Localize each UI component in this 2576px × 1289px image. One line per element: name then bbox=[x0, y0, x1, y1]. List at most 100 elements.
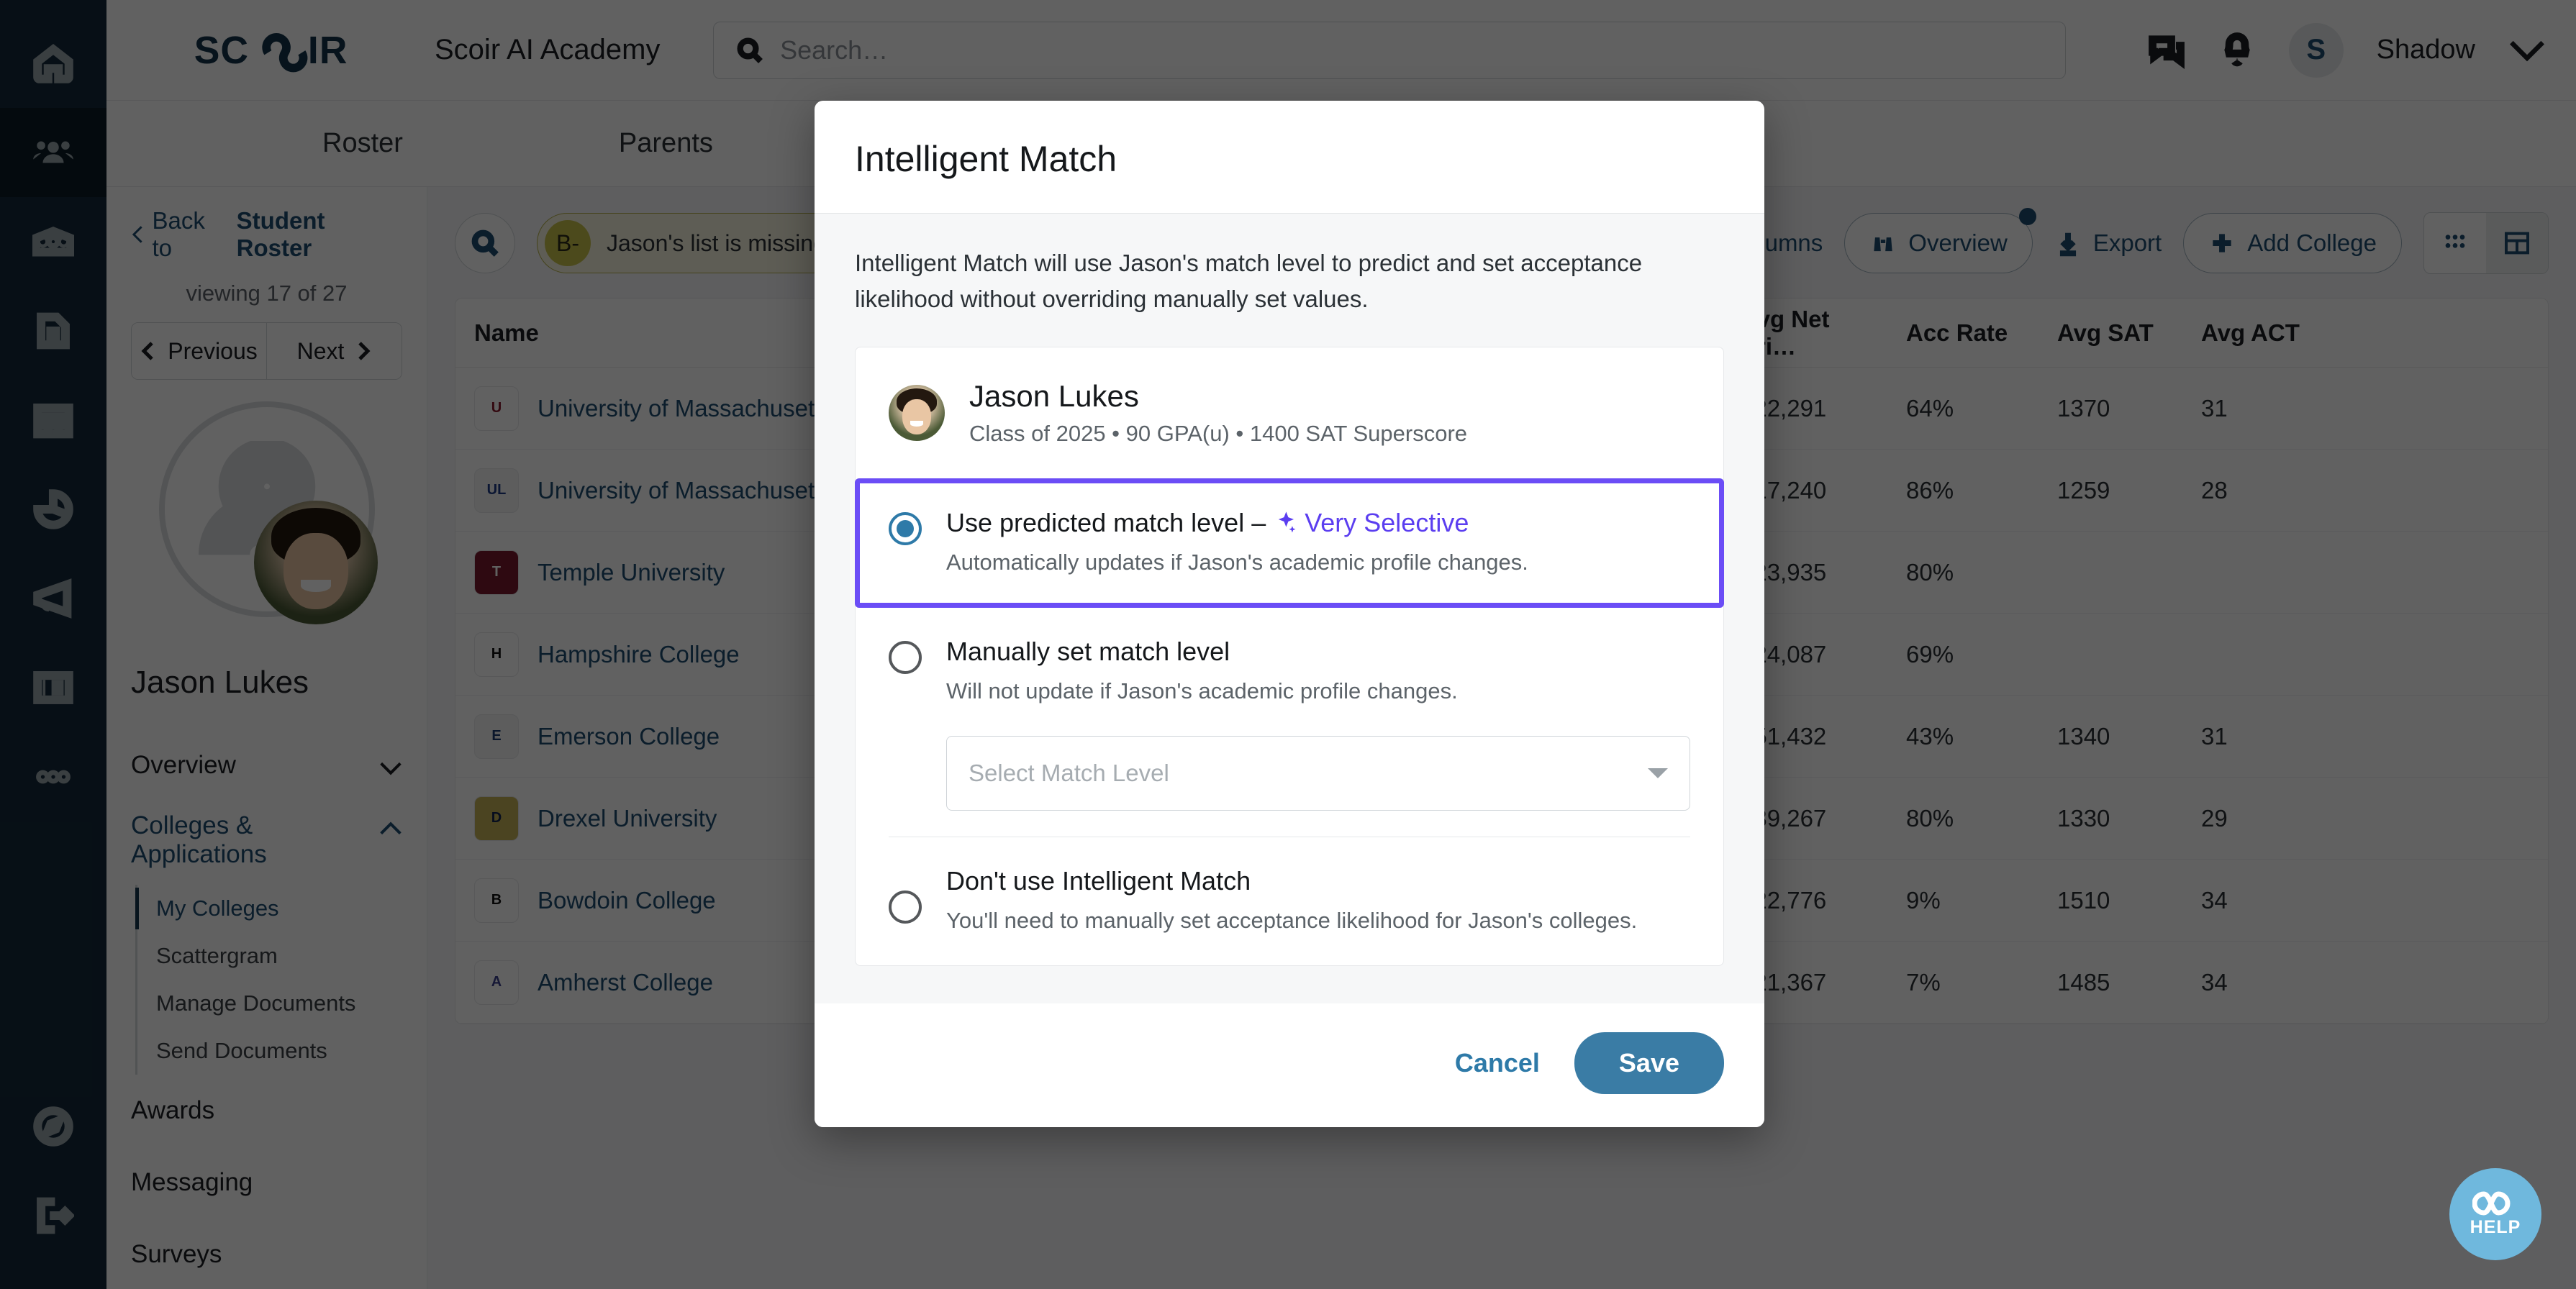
column-header-acc-rate[interactable]: Acc Rate bbox=[1887, 319, 2038, 347]
sidebar-item-surveys[interactable]: Surveys bbox=[131, 1219, 402, 1289]
college-name-link[interactable]: Bowdoin College bbox=[538, 887, 716, 914]
scoir-logo[interactable]: SC IR bbox=[178, 28, 394, 73]
search-icon bbox=[737, 37, 763, 63]
option-dont-use-intelligent-match[interactable]: Don't use Intelligent Match You'll need … bbox=[856, 837, 1723, 965]
calendar-icon[interactable] bbox=[0, 375, 106, 465]
option-none-subtitle: You'll need to manually set acceptance l… bbox=[946, 908, 1638, 934]
colleges-subnav: My Colleges Scattergram Manage Documents… bbox=[135, 885, 402, 1075]
sidebar-item-scattergram[interactable]: Scattergram bbox=[156, 932, 402, 980]
option-use-predicted-match-level[interactable]: Use predicted match level – Very Selecti… bbox=[855, 478, 1724, 609]
cell-avg-sat: 1330 bbox=[2057, 804, 2110, 832]
umass-lowell-logo: UL bbox=[474, 468, 519, 513]
option-predicted-title: Use predicted match level bbox=[946, 508, 1245, 537]
search-container: Search… bbox=[660, 21, 2118, 79]
college-name-link[interactable]: University of Massachuset… bbox=[538, 395, 838, 422]
list-card-icon[interactable] bbox=[0, 643, 106, 732]
binoculars-icon bbox=[1874, 237, 1892, 252]
overview-label: Overview bbox=[1908, 229, 2008, 256]
download-icon bbox=[2059, 232, 2076, 257]
cell-acc-rate: 64% bbox=[1906, 394, 1954, 422]
help-label: HELP bbox=[2470, 1216, 2521, 1237]
emerson-logo: E bbox=[474, 714, 519, 759]
modal-description: Intelligent Match will use Jason's match… bbox=[855, 250, 1643, 312]
missing-list-alert[interactable]: B- Jason's list is missing bbox=[537, 213, 844, 273]
cell-avg-sat: 1485 bbox=[2057, 968, 2110, 996]
back-prefix: Back to bbox=[152, 207, 205, 261]
cell-acc-rate: 9% bbox=[1906, 886, 1941, 914]
table-view-button[interactable] bbox=[2486, 213, 2548, 273]
help-button[interactable]: HELP bbox=[2449, 1168, 2541, 1260]
cell-avg-act: 28 bbox=[2201, 476, 2228, 504]
match-level-select[interactable]: Select Match Level bbox=[946, 736, 1690, 811]
top-header: SC IR Scoir AI Academy Search… S Shadow bbox=[106, 0, 2576, 101]
sidebar-item-my-colleges[interactable]: My Colleges bbox=[135, 885, 402, 932]
people-icon[interactable] bbox=[0, 108, 106, 197]
avatar[interactable]: S bbox=[2288, 22, 2344, 78]
tab-roster[interactable]: Roster bbox=[322, 128, 403, 159]
sidebar-item-send-documents[interactable]: Send Documents bbox=[156, 1027, 402, 1075]
more-icon[interactable] bbox=[0, 732, 106, 821]
student-summary-row: Jason Lukes Class of 2025 • 90 GPA(u) • … bbox=[856, 347, 1723, 478]
college-name-link[interactable]: Amherst College bbox=[538, 969, 713, 996]
option-manually-set-match-level[interactable]: Manually set match level Will not update… bbox=[856, 608, 1723, 736]
college-name-link[interactable]: Temple University bbox=[538, 559, 725, 586]
home-icon[interactable] bbox=[0, 19, 106, 108]
logout-icon[interactable] bbox=[0, 1171, 106, 1260]
college-name-link[interactable]: Drexel University bbox=[538, 805, 717, 832]
infinity-icon bbox=[2472, 1190, 2511, 1216]
document-icon[interactable] bbox=[0, 286, 106, 375]
column-header-avg-sat[interactable]: Avg SAT bbox=[2038, 319, 2182, 347]
grid-dots-icon bbox=[2445, 234, 2465, 248]
view-toggle bbox=[2423, 212, 2549, 274]
radio-manual[interactable] bbox=[889, 641, 922, 675]
tab-parents[interactable]: Parents bbox=[619, 128, 713, 159]
chevron-down-icon[interactable] bbox=[2508, 32, 2546, 69]
search-input[interactable]: Search… bbox=[713, 21, 2067, 79]
back-to-roster-link[interactable]: Back to Student Roster bbox=[131, 207, 402, 262]
cell-avg-act: 31 bbox=[2201, 394, 2228, 422]
sidebar-item-overview[interactable]: Overview bbox=[131, 735, 402, 796]
card-view-button[interactable] bbox=[2424, 213, 2486, 273]
cell-acc-rate: 69% bbox=[1906, 640, 1954, 668]
radio-use-predicted[interactable] bbox=[889, 512, 922, 545]
cell-acc-rate: 7% bbox=[1906, 968, 1941, 996]
megaphone-icon[interactable] bbox=[0, 554, 106, 643]
radio-none[interactable] bbox=[889, 891, 922, 924]
add-college-button[interactable]: Add College bbox=[2183, 213, 2402, 273]
compass-icon[interactable] bbox=[0, 1082, 106, 1171]
messages-icon[interactable] bbox=[2148, 32, 2185, 69]
sidebar-item-label: Colleges & Applications bbox=[131, 811, 267, 868]
chevron-down-icon bbox=[1648, 768, 1668, 779]
column-header-avg-act[interactable]: Avg ACT bbox=[2182, 319, 2326, 347]
sidebar-item-manage-documents[interactable]: Manage Documents bbox=[156, 980, 402, 1027]
previous-label: Previous bbox=[168, 337, 258, 364]
temple-logo: T bbox=[474, 550, 519, 595]
sidebar-item-awards[interactable]: Awards bbox=[131, 1075, 402, 1147]
previous-button[interactable]: Previous bbox=[132, 323, 266, 379]
cancel-button[interactable]: Cancel bbox=[1455, 1048, 1540, 1078]
college-name-link[interactable]: Emerson College bbox=[538, 723, 720, 750]
pie-chart-icon[interactable] bbox=[0, 465, 106, 554]
student-avatar-photo bbox=[889, 385, 945, 441]
college-name-link[interactable]: Hampshire College bbox=[538, 641, 740, 668]
export-button[interactable]: Export bbox=[2054, 229, 2162, 257]
svg-text:SC: SC bbox=[194, 29, 249, 72]
school-icon[interactable] bbox=[0, 197, 106, 286]
user-name[interactable]: Shadow bbox=[2377, 35, 2475, 65]
cell-avg-act: 29 bbox=[2201, 804, 2228, 832]
cell-acc-rate: 43% bbox=[1906, 722, 1954, 750]
overview-button[interactable]: Overview bbox=[1844, 208, 2036, 273]
next-label: Next bbox=[296, 337, 345, 364]
save-button[interactable]: Save bbox=[1574, 1032, 1724, 1095]
intelligent-match-modal: Intelligent Match Intelligent Match will… bbox=[815, 101, 1764, 1128]
plus-icon bbox=[2213, 234, 2231, 252]
cell-avg-act: 34 bbox=[2201, 968, 2228, 996]
sidebar-item-colleges-applications[interactable]: Colleges & Applications bbox=[131, 796, 402, 885]
bell-icon[interactable] bbox=[2218, 32, 2256, 69]
option-manual-title: Manually set match level bbox=[946, 637, 1230, 667]
add-college-label: Add College bbox=[2247, 229, 2377, 256]
sidebar-item-messaging[interactable]: Messaging bbox=[131, 1147, 402, 1219]
next-button[interactable]: Next bbox=[266, 323, 402, 379]
search-button[interactable] bbox=[455, 213, 515, 273]
college-name-link[interactable]: University of Massachuset… bbox=[538, 477, 838, 504]
